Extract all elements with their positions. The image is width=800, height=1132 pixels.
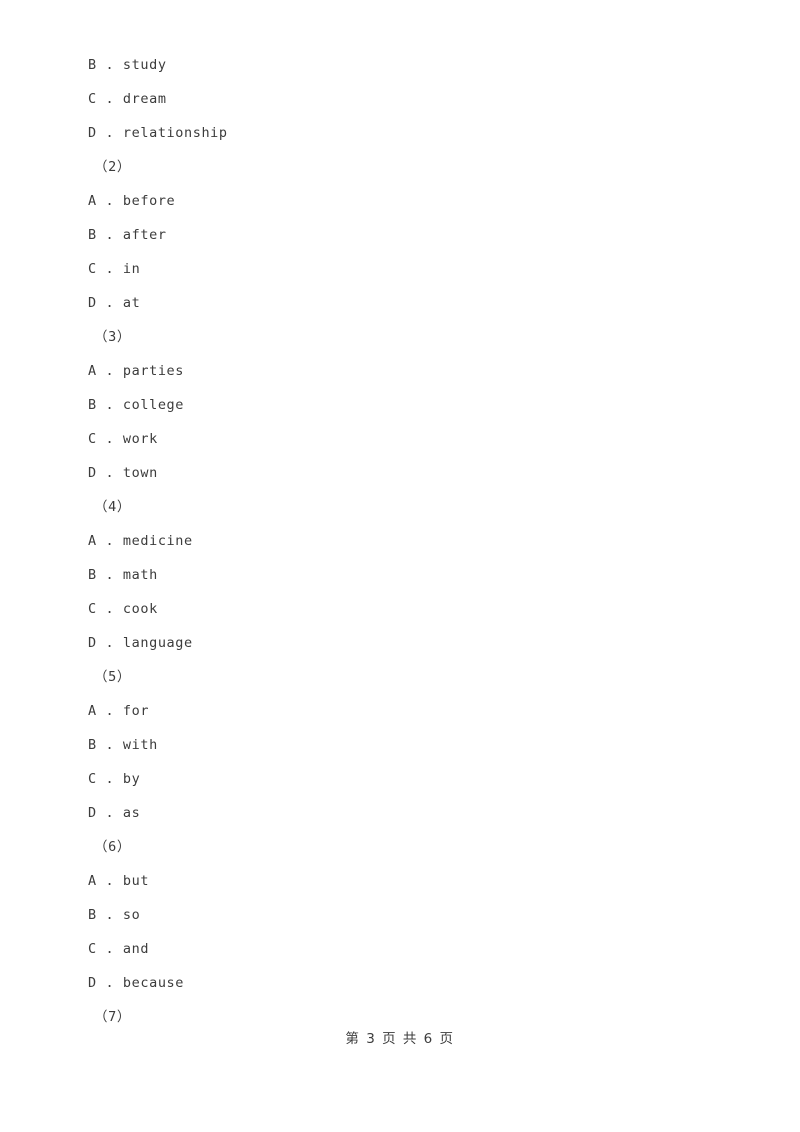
answer-option: A . medicine — [88, 533, 193, 549]
answer-option: B . with — [88, 737, 158, 753]
answer-option: C . dream — [88, 91, 167, 107]
answer-option: A . before — [88, 193, 176, 209]
question-number: （3） — [94, 329, 131, 345]
answer-option: C . work — [88, 431, 158, 447]
question-number: （2） — [94, 159, 131, 175]
question-number: （6） — [94, 839, 131, 855]
answer-option: B . college — [88, 397, 185, 413]
answer-option: D . because — [88, 975, 185, 991]
document-page: B . study C . dream D . relationship （2） A .… — [0, 0, 800, 1132]
page-footer: 第 3 页 共 6 页 — [345, 1031, 455, 1047]
answer-option: D . as — [88, 805, 141, 821]
answer-option: D . town — [88, 465, 158, 481]
answer-option: A . parties — [88, 363, 185, 379]
answer-option: A . for — [88, 703, 150, 719]
answer-option: B . study — [88, 57, 167, 73]
answer-option: D . relationship — [88, 125, 228, 141]
question-number: （4） — [94, 499, 131, 515]
answer-option: C . cook — [88, 601, 158, 617]
answer-option: B . math — [88, 567, 158, 583]
answer-option: C . by — [88, 771, 141, 787]
answer-option: A . but — [88, 873, 150, 889]
answer-option: C . and — [88, 941, 150, 957]
answer-option: D . language — [88, 635, 193, 651]
answer-option: D . at — [88, 295, 141, 311]
answer-option: B . so — [88, 907, 141, 923]
question-number: （5） — [94, 669, 131, 685]
answer-option: C . in — [88, 261, 141, 277]
answer-option: B . after — [88, 227, 167, 243]
